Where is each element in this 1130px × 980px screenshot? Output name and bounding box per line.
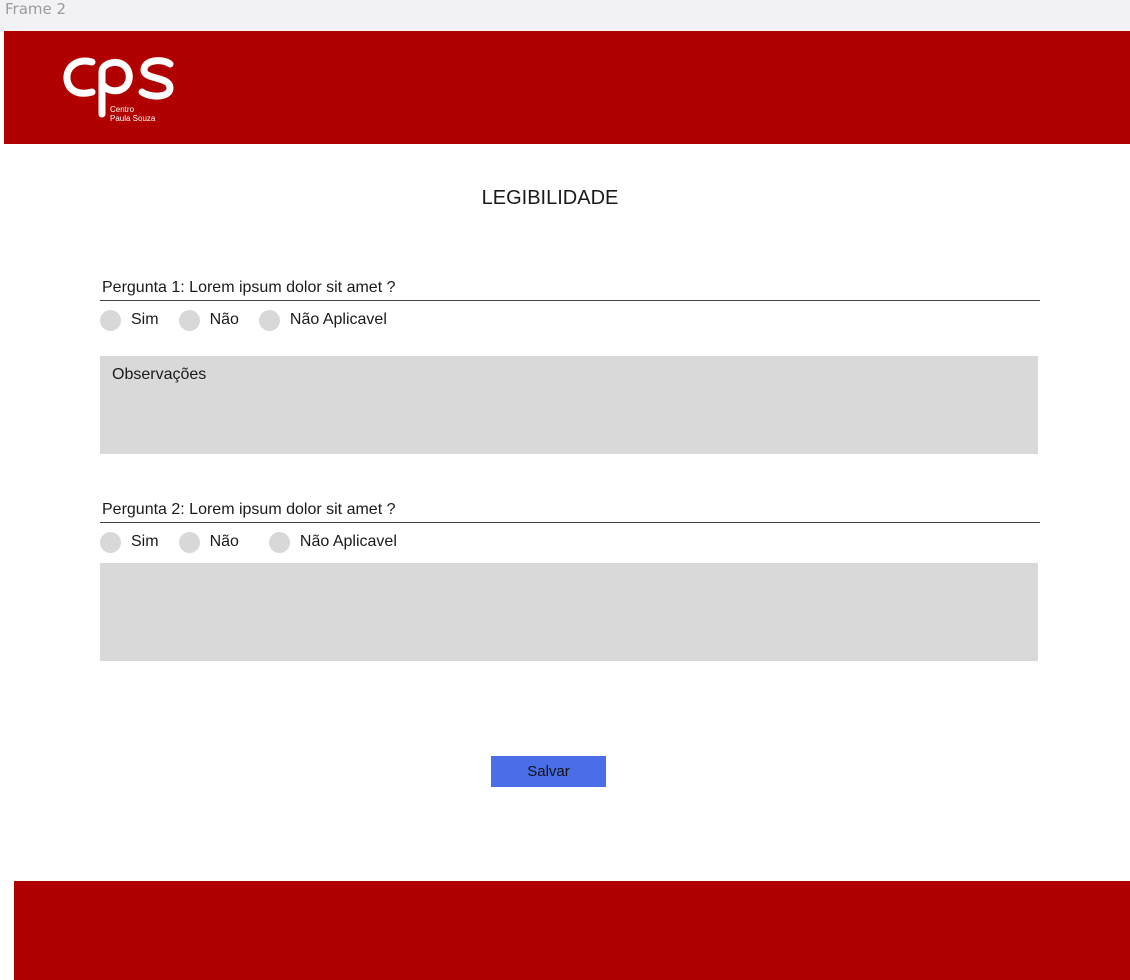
q2-option-nao-aplicavel[interactable]: Não Aplicavel (268, 531, 397, 553)
q1-option-nao-aplicavel[interactable]: Não Aplicavel (258, 309, 387, 331)
q1-option-nao[interactable]: Não (178, 309, 239, 331)
q2-observations-field[interactable] (100, 563, 1038, 661)
q2-radio-sim[interactable] (100, 531, 121, 553)
q1-radio-nao-aplicavel[interactable] (258, 309, 280, 331)
q2-option-nao[interactable]: Não (178, 531, 239, 553)
q1-option-sim-label: Sim (131, 311, 159, 328)
footer-bar (14, 881, 1130, 980)
question-1: Pergunta 1: Lorem ipsum dolor sit amet ?… (100, 278, 1040, 459)
question-2: Pergunta 2: Lorem ipsum dolor sit amet ?… (100, 500, 1040, 666)
q2-option-sim-label: Sim (131, 533, 159, 550)
frame-label: Frame 2 (0, 0, 1130, 31)
q2-option-nao-aplicavel-label: Não Aplicavel (299, 533, 397, 550)
logo-line2: Paula Souza (110, 114, 156, 123)
q2-option-nao-label: Não (209, 533, 239, 550)
q2-radio-nao-aplicavel[interactable] (268, 531, 290, 553)
question-2-options: Sim Não Não Aplicavel (100, 527, 1040, 557)
question-2-label: Pergunta 2: Lorem ipsum dolor sit amet ? (100, 500, 1040, 523)
page-title: LEGIBILIDADE (481, 187, 619, 209)
q2-radio-nao[interactable] (178, 531, 200, 553)
question-1-options: Sim Não Não Aplicavel (100, 305, 1040, 335)
cps-logo: Centro Paula Souza (62, 50, 182, 130)
q1-radio-sim[interactable] (100, 309, 121, 331)
logo-line1: Centro (110, 105, 135, 114)
question-1-label: Pergunta 1: Lorem ipsum dolor sit amet ? (100, 278, 1040, 301)
q1-observations-field[interactable] (100, 356, 1038, 454)
q1-option-nao-aplicavel-label: Não Aplicavel (289, 311, 387, 328)
header-bar: Centro Paula Souza (4, 31, 1130, 144)
q2-option-sim[interactable]: Sim (100, 531, 159, 553)
save-button[interactable]: Salvar (491, 756, 606, 787)
q1-option-sim[interactable]: Sim (100, 309, 159, 331)
q1-option-nao-label: Não (209, 311, 239, 328)
q1-radio-nao[interactable] (178, 309, 200, 331)
